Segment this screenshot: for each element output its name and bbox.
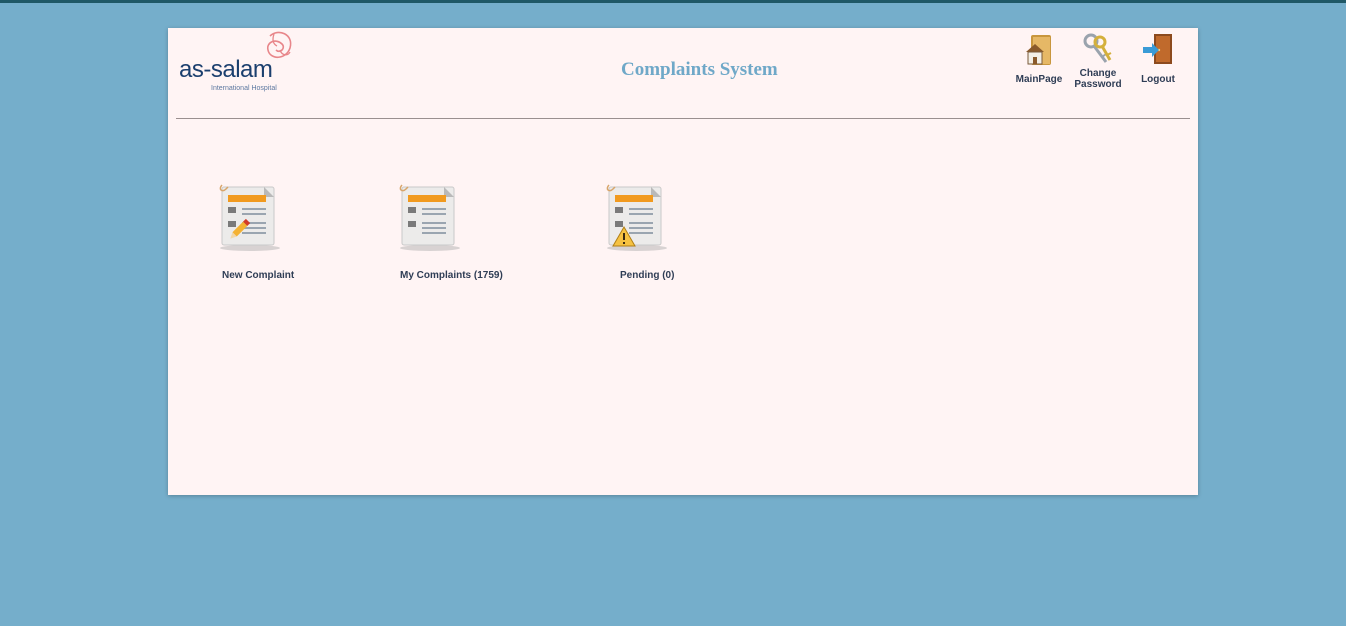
logo-subtitle: International Hospital <box>211 85 277 92</box>
logout-label: Logout <box>1141 74 1175 85</box>
new-complaint-tile[interactable]: New Complaint <box>216 183 296 288</box>
hospital-logo: as-salam International Hospital <box>178 30 298 100</box>
pending-complaints-icon <box>606 184 667 251</box>
pending-label: Pending (0) <box>620 270 675 281</box>
new-complaint-label: New Complaint <box>222 270 295 281</box>
header-divider <box>176 118 1190 119</box>
my-complaints-label: My Complaints (1759) <box>400 270 503 281</box>
change-password-button[interactable]: Change Password <box>1068 32 1128 90</box>
main-page-button[interactable]: MainPage <box>1011 32 1067 85</box>
change-password-label-line2: Password <box>1074 79 1122 90</box>
logout-button[interactable]: Logout <box>1132 32 1184 85</box>
logout-door-icon <box>1143 34 1172 64</box>
pending-tile[interactable]: Pending (0) <box>603 183 693 288</box>
new-complaint-icon <box>219 184 280 251</box>
keys-icon <box>1083 33 1112 63</box>
logo-wordmark: as-salam <box>179 56 273 83</box>
top-border <box>0 0 1346 3</box>
page-title: Complaints System <box>621 59 778 80</box>
main-page-label: MainPage <box>1015 74 1063 85</box>
my-complaints-tile[interactable]: My Complaints (1759) <box>396 183 516 288</box>
my-complaints-icon <box>399 184 460 251</box>
home-folder-icon <box>1026 35 1051 65</box>
main-panel: as-salam International Hospital Complain… <box>168 28 1198 495</box>
change-password-label-line1: Change <box>1079 68 1117 79</box>
